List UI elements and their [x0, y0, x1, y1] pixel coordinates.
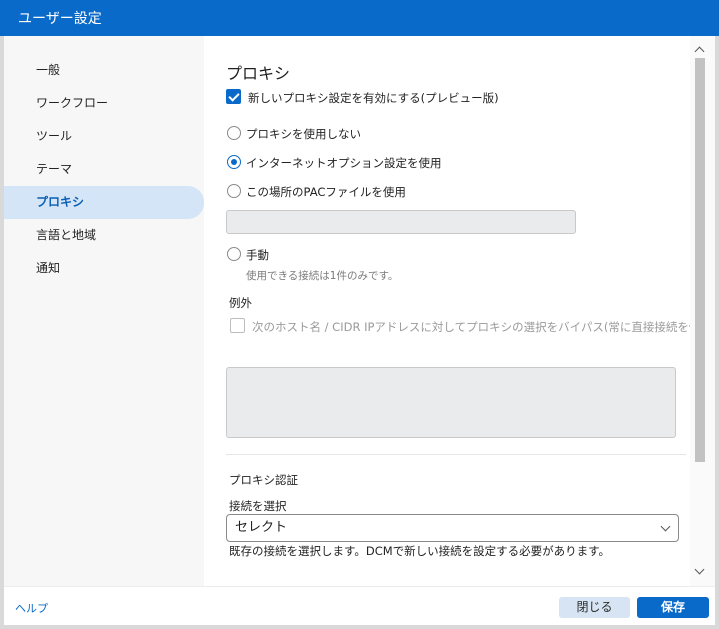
sidebar-item-label: 言語と地域 [36, 228, 97, 242]
sidebar-item-general[interactable]: 一般 [4, 54, 204, 87]
proxy-settings-panel: プロキシ 新しいプロキシ設定を有効にする(プレビュー版) プロキシを使用しない … [204, 36, 715, 586]
connection-select-label: 接続を選択 [229, 499, 287, 513]
sidebar-item-label: 通知 [36, 261, 61, 275]
scroll-down-icon[interactable] [694, 564, 705, 575]
connection-select-value: セレクト [235, 520, 288, 535]
scroll-thumb[interactable] [695, 58, 705, 462]
radio-manual-label: 手動 [246, 248, 269, 262]
proxy-auth-heading: プロキシ認証 [229, 473, 298, 487]
close-button[interactable]: 閉じる [559, 597, 630, 618]
sidebar-item-theme[interactable]: テーマ [4, 153, 204, 186]
radio-pac-file-label: この場所のPACファイルを使用 [246, 185, 406, 199]
bypass-label: 次のホスト名 / CIDR IPアドレスに対してプロキシの選択をバイパス(常に直… [252, 320, 715, 334]
radio-internet-options-label: インターネットオプション設定を使用 [246, 156, 442, 170]
connection-select[interactable]: セレクト [226, 514, 679, 542]
radio-manual[interactable] [227, 247, 241, 261]
connection-help-text: 既存の接続を選択します。DCMで新しい接続を設定する必要があります。 [229, 544, 611, 558]
sidebar: 一般 ワークフロー ツール テーマ プロキシ 言語と地域 通知 [4, 36, 204, 586]
sidebar-item-label: ツール [36, 129, 73, 143]
sidebar-item-label: プロキシ [36, 195, 85, 209]
radio-no-proxy[interactable] [227, 126, 241, 140]
radio-internet-options[interactable] [227, 155, 241, 169]
sidebar-item-label: テーマ [36, 162, 73, 176]
pac-file-path-input[interactable] [226, 210, 576, 234]
page-title: プロキシ [226, 64, 291, 83]
window-title: ユーザー設定 [18, 11, 102, 27]
sidebar-item-notifications[interactable]: 通知 [4, 252, 204, 285]
sidebar-item-label: 一般 [36, 63, 61, 77]
radio-pac-file[interactable] [227, 184, 241, 198]
bypass-checkbox[interactable] [230, 318, 245, 333]
settings-dialog: 一般 ワークフロー ツール テーマ プロキシ 言語と地域 通知 プロキシ 新しい… [4, 36, 715, 586]
chevron-down-icon [660, 521, 671, 532]
dialog-footer: ヘルプ 閉じる 保存 [4, 586, 715, 625]
radio-no-proxy-label: プロキシを使用しない [246, 127, 361, 141]
scroll-up-icon[interactable] [694, 46, 705, 57]
sidebar-item-language-region[interactable]: 言語と地域 [4, 219, 204, 252]
enable-new-proxy-label: 新しいプロキシ設定を有効にする(プレビュー版) [248, 91, 499, 105]
exceptions-heading: 例外 [229, 296, 252, 310]
sidebar-item-proxy[interactable]: プロキシ [4, 186, 204, 219]
enable-new-proxy-checkbox[interactable] [226, 89, 241, 104]
scrollbar[interactable] [690, 36, 715, 586]
sidebar-item-label: ワークフロー [36, 96, 109, 110]
section-divider [226, 454, 686, 455]
help-link[interactable]: ヘルプ [15, 600, 48, 616]
bypass-hosts-textarea[interactable] [226, 367, 676, 438]
manual-hint: 使用できる接続は1件のみです。 [246, 270, 399, 282]
sidebar-item-workflow[interactable]: ワークフロー [4, 87, 204, 120]
sidebar-item-tools[interactable]: ツール [4, 120, 204, 153]
window-title-bar: ユーザー設定 [0, 0, 719, 36]
save-button[interactable]: 保存 [637, 597, 709, 618]
